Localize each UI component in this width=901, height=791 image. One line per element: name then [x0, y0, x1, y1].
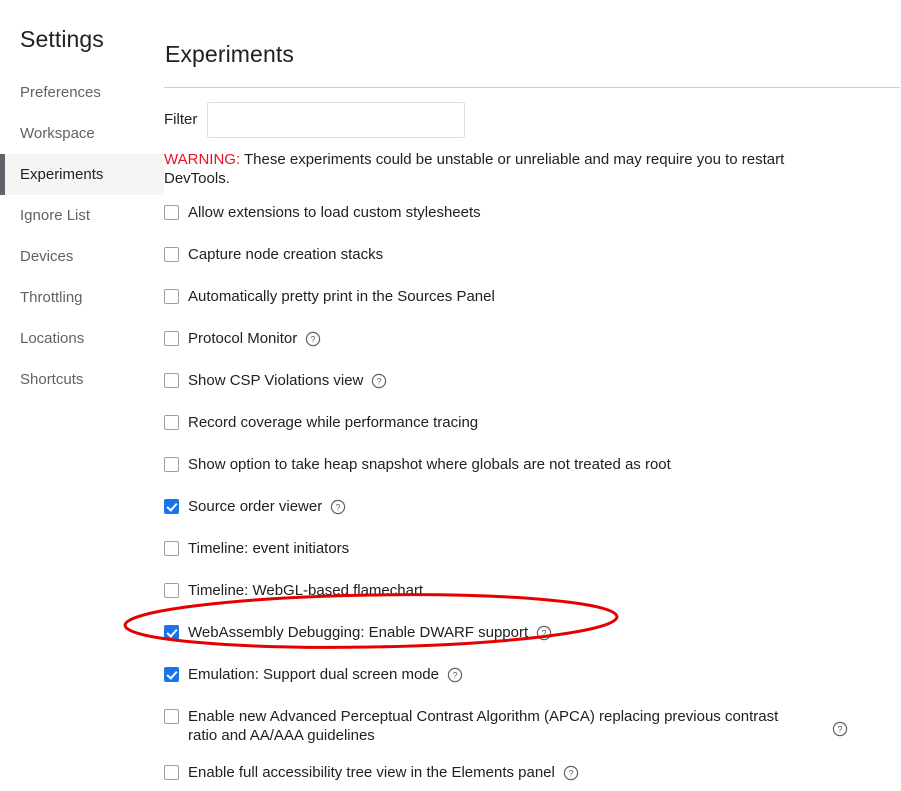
sidebar-item-list: Preferences Workspace Experiments Ignore Li… — [0, 72, 164, 400]
experiment-label: Protocol Monitor — [188, 329, 298, 347]
checkbox-unchecked-icon[interactable] — [164, 330, 179, 346]
experiment-label: Record coverage while performance tracin… — [188, 413, 479, 431]
svg-text:?: ? — [568, 768, 573, 778]
svg-text:?: ? — [837, 724, 842, 734]
svg-text:?: ? — [336, 502, 341, 512]
experiment-label: Timeline: WebGL-based flamechart — [188, 581, 424, 599]
checkbox-checked-icon[interactable] — [164, 666, 179, 682]
experiment-label: Show CSP Violations view — [188, 371, 364, 389]
help-icon[interactable]: ? — [832, 721, 848, 737]
experiment-row[interactable]: Source order viewer? — [164, 497, 901, 525]
experiment-label: Capture node creation stacks — [188, 245, 384, 263]
experiment-row[interactable]: Record coverage while performance tracin… — [164, 413, 901, 441]
sidebar-item-devices[interactable]: Devices — [0, 236, 164, 277]
experiment-row[interactable]: Show option to take heap snapshot where … — [164, 455, 901, 483]
checkbox-unchecked-icon[interactable] — [164, 582, 179, 598]
experiment-label: Automatically pretty print in the Source… — [188, 287, 495, 305]
header-divider — [164, 86, 900, 88]
sidebar-item-label: Locations — [20, 330, 85, 347]
settings-window: Settings Preferences Workspace Experiments… — [0, 0, 901, 781]
sidebar-item-preferences[interactable]: Preferences — [0, 72, 164, 113]
help-icon[interactable]: ? — [563, 765, 579, 781]
experiment-label: Enable new Advanced Perceptual Contrast … — [188, 707, 779, 744]
checkbox-checked-icon[interactable] — [164, 498, 179, 514]
experiment-row[interactable]: WebAssembly Debugging: Enable DWARF supp… — [164, 623, 901, 651]
help-icon[interactable]: ? — [536, 625, 552, 641]
page-title: Experiments — [165, 41, 294, 68]
sidebar-item-label: Throttling — [20, 289, 83, 306]
checkbox-unchecked-icon[interactable] — [164, 414, 179, 430]
experiments-list: Allow extensions to load custom styleshe… — [164, 203, 901, 791]
sidebar-item-ignore-list[interactable]: Ignore List — [0, 195, 164, 236]
sidebar-item-label: Workspace — [20, 125, 95, 142]
experiment-label: Source order viewer — [188, 497, 323, 515]
help-icon[interactable]: ? — [330, 499, 346, 515]
experiment-row[interactable]: Enable new Advanced Perceptual Contrast … — [164, 707, 901, 745]
experiment-label: Emulation: Support dual screen mode — [188, 665, 439, 683]
warning-prefix: WARNING: — [164, 150, 241, 168]
sidebar-item-experiments[interactable]: Experiments — [0, 154, 164, 195]
experiment-row[interactable]: Protocol Monitor? — [164, 329, 901, 357]
experiment-row[interactable]: Allow extensions to load custom styleshe… — [164, 203, 901, 231]
sidebar-item-shortcuts[interactable]: Shortcuts — [0, 359, 164, 400]
checkbox-checked-icon[interactable] — [164, 624, 179, 640]
experiment-label: WebAssembly Debugging: Enable DWARF supp… — [188, 623, 529, 641]
checkbox-unchecked-icon[interactable] — [164, 372, 179, 388]
experiment-row[interactable]: Show CSP Violations view? — [164, 371, 901, 399]
experiment-row[interactable]: Timeline: WebGL-based flamechart — [164, 581, 901, 609]
checkbox-unchecked-icon[interactable] — [164, 540, 179, 556]
experiments-panel: Experiments Filter WARNING: These experi… — [164, 0, 901, 781]
experiment-row[interactable]: Automatically pretty print in the Source… — [164, 287, 901, 315]
checkbox-unchecked-icon[interactable] — [164, 456, 179, 472]
experiment-row[interactable]: Emulation: Support dual screen mode? — [164, 665, 901, 693]
experiment-label: Show option to take heap snapshot where … — [188, 455, 671, 473]
sidebar-item-locations[interactable]: Locations — [0, 318, 164, 359]
experiment-label: Timeline: event initiators — [188, 539, 350, 557]
svg-text:?: ? — [311, 334, 316, 344]
svg-text:?: ? — [542, 628, 547, 638]
experiment-row[interactable]: Timeline: event initiators — [164, 539, 901, 567]
sidebar-item-label: Experiments — [20, 166, 104, 183]
svg-text:?: ? — [452, 670, 457, 680]
sidebar-item-throttling[interactable]: Throttling — [0, 277, 164, 318]
filter-row: Filter — [164, 101, 901, 138]
filter-input[interactable] — [207, 101, 466, 138]
sidebar-item-label: Shortcuts — [20, 371, 84, 388]
sidebar-item-workspace[interactable]: Workspace — [0, 113, 164, 154]
experiment-row[interactable]: Capture node creation stacks — [164, 245, 901, 273]
help-icon[interactable]: ? — [305, 331, 321, 347]
sidebar-item-label: Ignore List — [20, 207, 91, 224]
help-icon[interactable]: ? — [447, 667, 463, 683]
checkbox-unchecked-icon[interactable] — [164, 708, 179, 724]
sidebar-item-label: Devices — [20, 248, 74, 265]
experiment-label: Allow extensions to load custom styleshe… — [188, 203, 481, 221]
settings-sidebar: Settings Preferences Workspace Experiments… — [0, 0, 164, 774]
filter-label: Filter — [164, 111, 198, 129]
checkbox-unchecked-icon[interactable] — [164, 288, 179, 304]
checkbox-unchecked-icon[interactable] — [164, 764, 179, 780]
svg-text:?: ? — [377, 376, 382, 386]
experiment-label: Enable full accessibility tree view in t… — [188, 763, 555, 781]
warning-body: These experiments could be unstable or u… — [164, 150, 785, 187]
sidebar-title: Settings — [20, 26, 104, 52]
warning-text: WARNING: These experiments could be unst… — [164, 150, 804, 188]
checkbox-unchecked-icon[interactable] — [164, 246, 179, 262]
sidebar-item-label: Preferences — [20, 84, 101, 101]
help-icon[interactable]: ? — [371, 373, 387, 389]
experiment-row[interactable]: Enable full accessibility tree view in t… — [164, 763, 901, 791]
checkbox-unchecked-icon[interactable] — [164, 204, 179, 220]
